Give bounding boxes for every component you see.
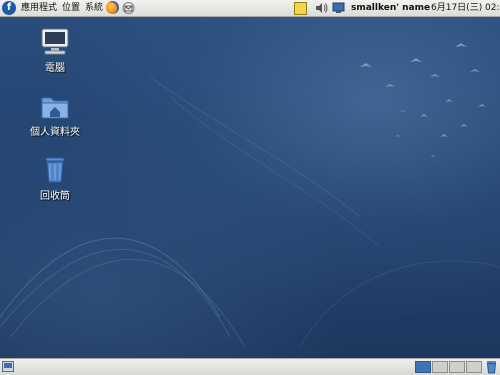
workspace-4[interactable] (466, 361, 482, 373)
home-folder-icon (41, 97, 69, 119)
trash-desktop-icon[interactable]: 回收筒 (30, 155, 80, 202)
home-folder-desktop-icon[interactable]: 個人資料夾 (21, 93, 89, 138)
mail-icon[interactable] (122, 2, 135, 14)
trash-label: 回收筒 (40, 191, 70, 202)
computer-icon (41, 28, 69, 55)
places-menu[interactable]: 位置 (62, 0, 80, 16)
firefox-icon[interactable] (106, 1, 119, 14)
desktop-background[interactable]: 電腦 個人資料夾 回收筒 (0, 17, 500, 358)
notes-icon[interactable] (294, 2, 307, 15)
network-icon[interactable] (332, 2, 345, 14)
home-folder-label: 個人資料夾 (30, 127, 80, 138)
trash-icon (45, 157, 65, 183)
trash-applet-icon[interactable] (485, 360, 498, 374)
top-panel: f 應用程式 位置 系統 smallken' name 6月17日(三) 02:… (0, 0, 500, 17)
workspace-1[interactable] (415, 361, 431, 373)
show-desktop-icon[interactable] (2, 361, 14, 372)
workspace-2[interactable] (432, 361, 448, 373)
bottom-panel (0, 358, 500, 375)
volume-icon[interactable] (315, 2, 328, 14)
clock[interactable]: 6月17日(三) 02:55 (431, 0, 500, 16)
system-menu[interactable]: 系統 (85, 0, 103, 16)
user-name[interactable]: smallken' name (351, 0, 430, 16)
computer-label: 電腦 (45, 63, 65, 74)
applications-menu[interactable]: 應用程式 (21, 0, 57, 16)
computer-desktop-icon[interactable]: 電腦 (30, 27, 80, 74)
workspace-3[interactable] (449, 361, 465, 373)
fedora-logo-icon[interactable]: f (2, 1, 16, 15)
